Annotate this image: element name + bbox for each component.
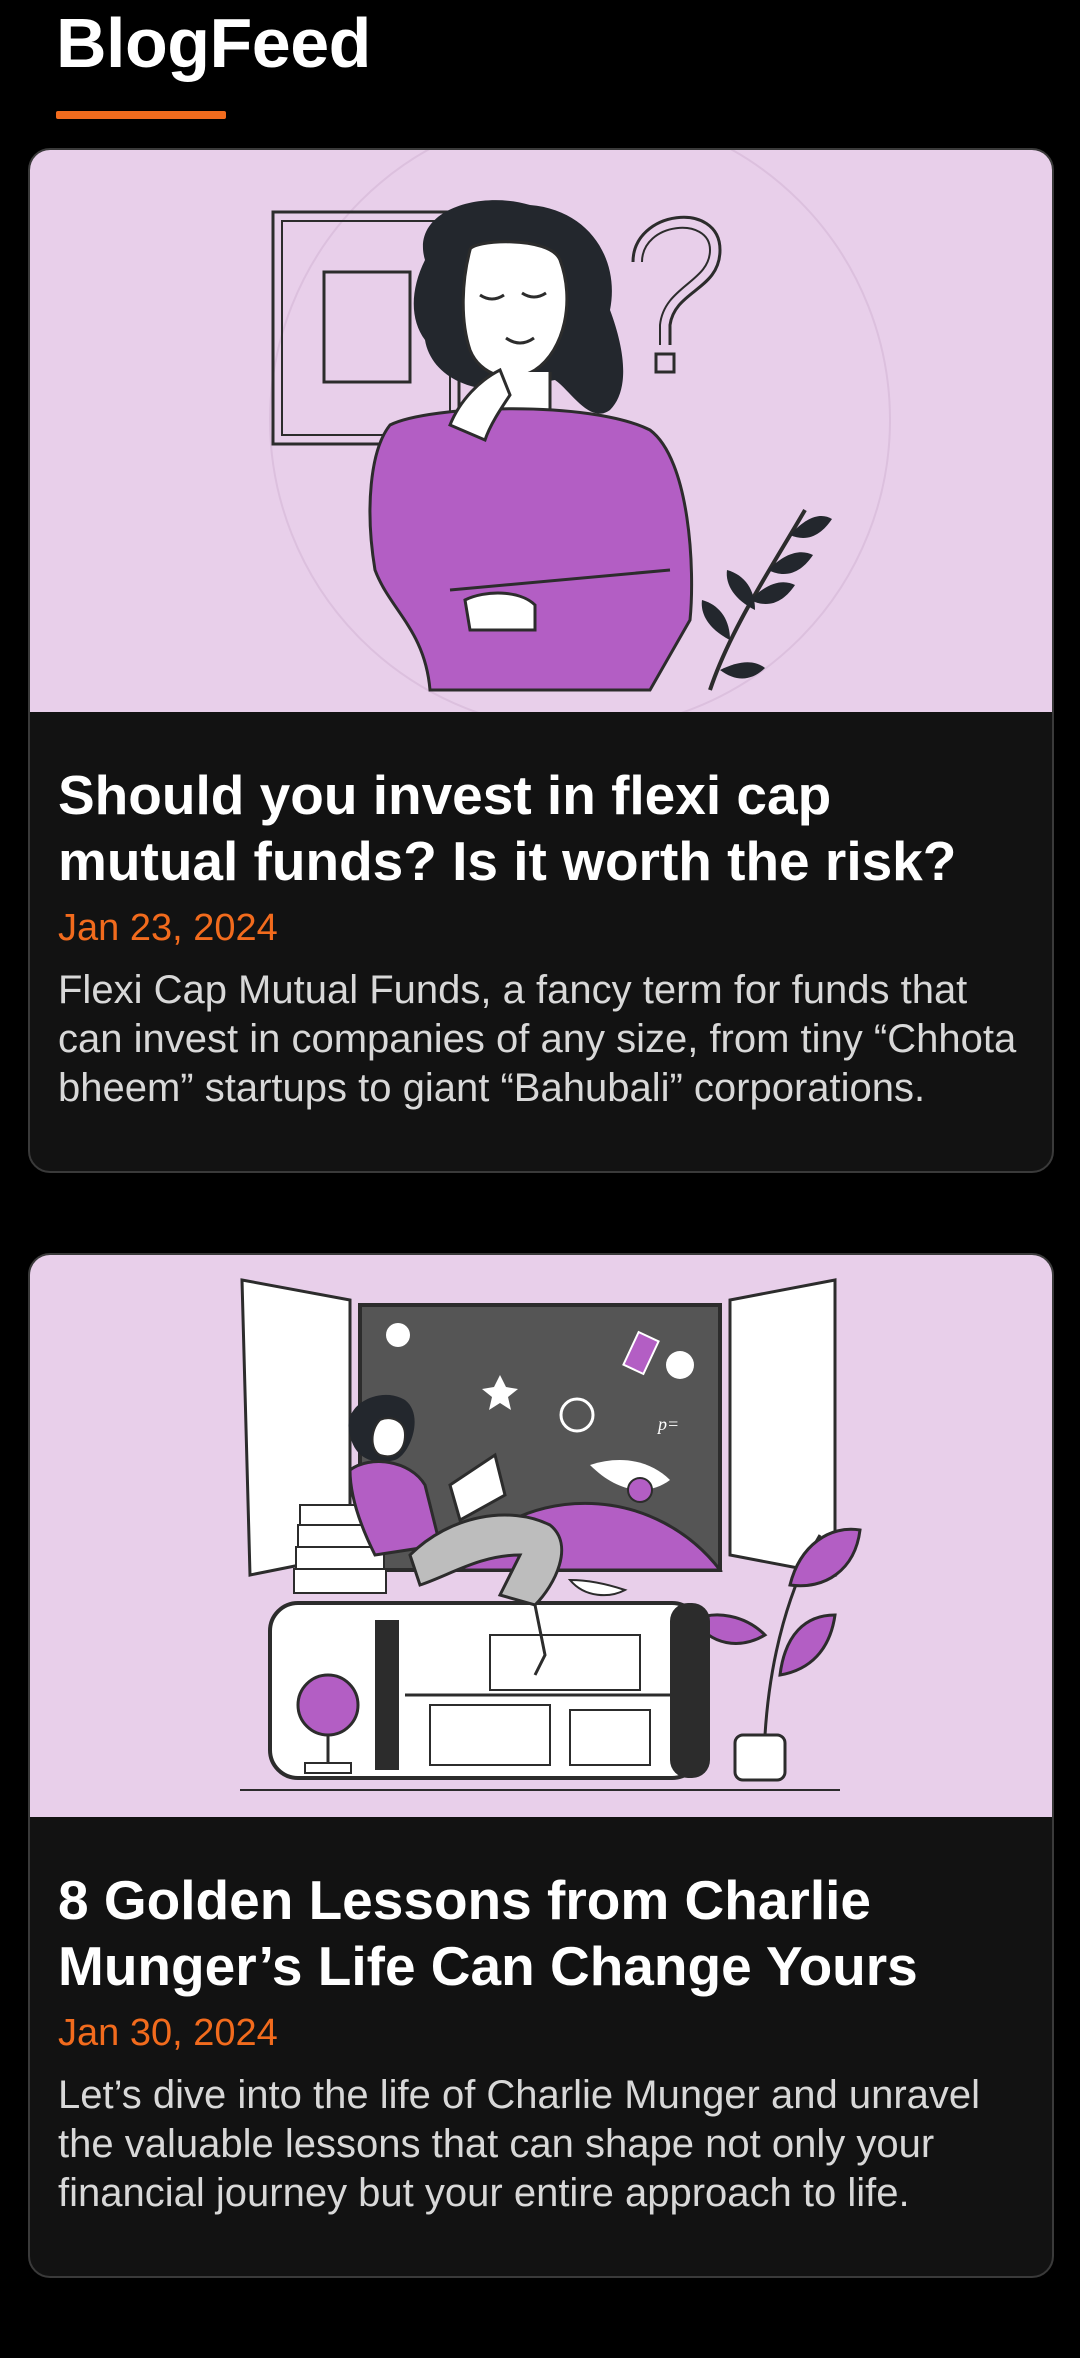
post-date: Jan 30, 2024 <box>58 2012 278 2055</box>
app-title: BlogFeed <box>56 4 371 82</box>
post-content: Should you invest in flexi cap mutual fu… <box>30 712 1052 1171</box>
post-date: Jan 23, 2024 <box>58 907 278 949</box>
post-image-reading-woman: p= <box>30 1255 1052 1818</box>
post-excerpt: Flexi Cap Mutual Funds, a fancy term for… <box>58 967 1017 1110</box>
post-image-thinking-woman <box>30 150 1052 712</box>
blog-feed: Should you invest in flexi cap mutual fu… <box>28 148 1054 2358</box>
title-underline <box>56 111 226 119</box>
blog-post-card[interactable]: Should you invest in flexi cap mutual fu… <box>28 148 1054 1174</box>
thinking-woman-illustration <box>269 150 891 712</box>
svg-text:p=: p= <box>656 1414 679 1434</box>
post-excerpt: Let’s dive into the life of Charlie Mung… <box>58 2072 981 2216</box>
post-content: 8 Golden Lessons from Charlie Munger’s L… <box>30 1817 1052 2276</box>
post-title[interactable]: 8 Golden Lessons from Charlie Munger’s L… <box>58 1867 1024 1999</box>
app-header: BlogFeed <box>56 0 1056 130</box>
blog-post-card[interactable]: p= 8 Golden Lessons from Charlie Munger’… <box>28 1253 1054 2279</box>
reading-woman-illustration: p= <box>240 1278 862 1792</box>
post-title[interactable]: Should you invest in flexi cap mutual fu… <box>58 762 1024 894</box>
